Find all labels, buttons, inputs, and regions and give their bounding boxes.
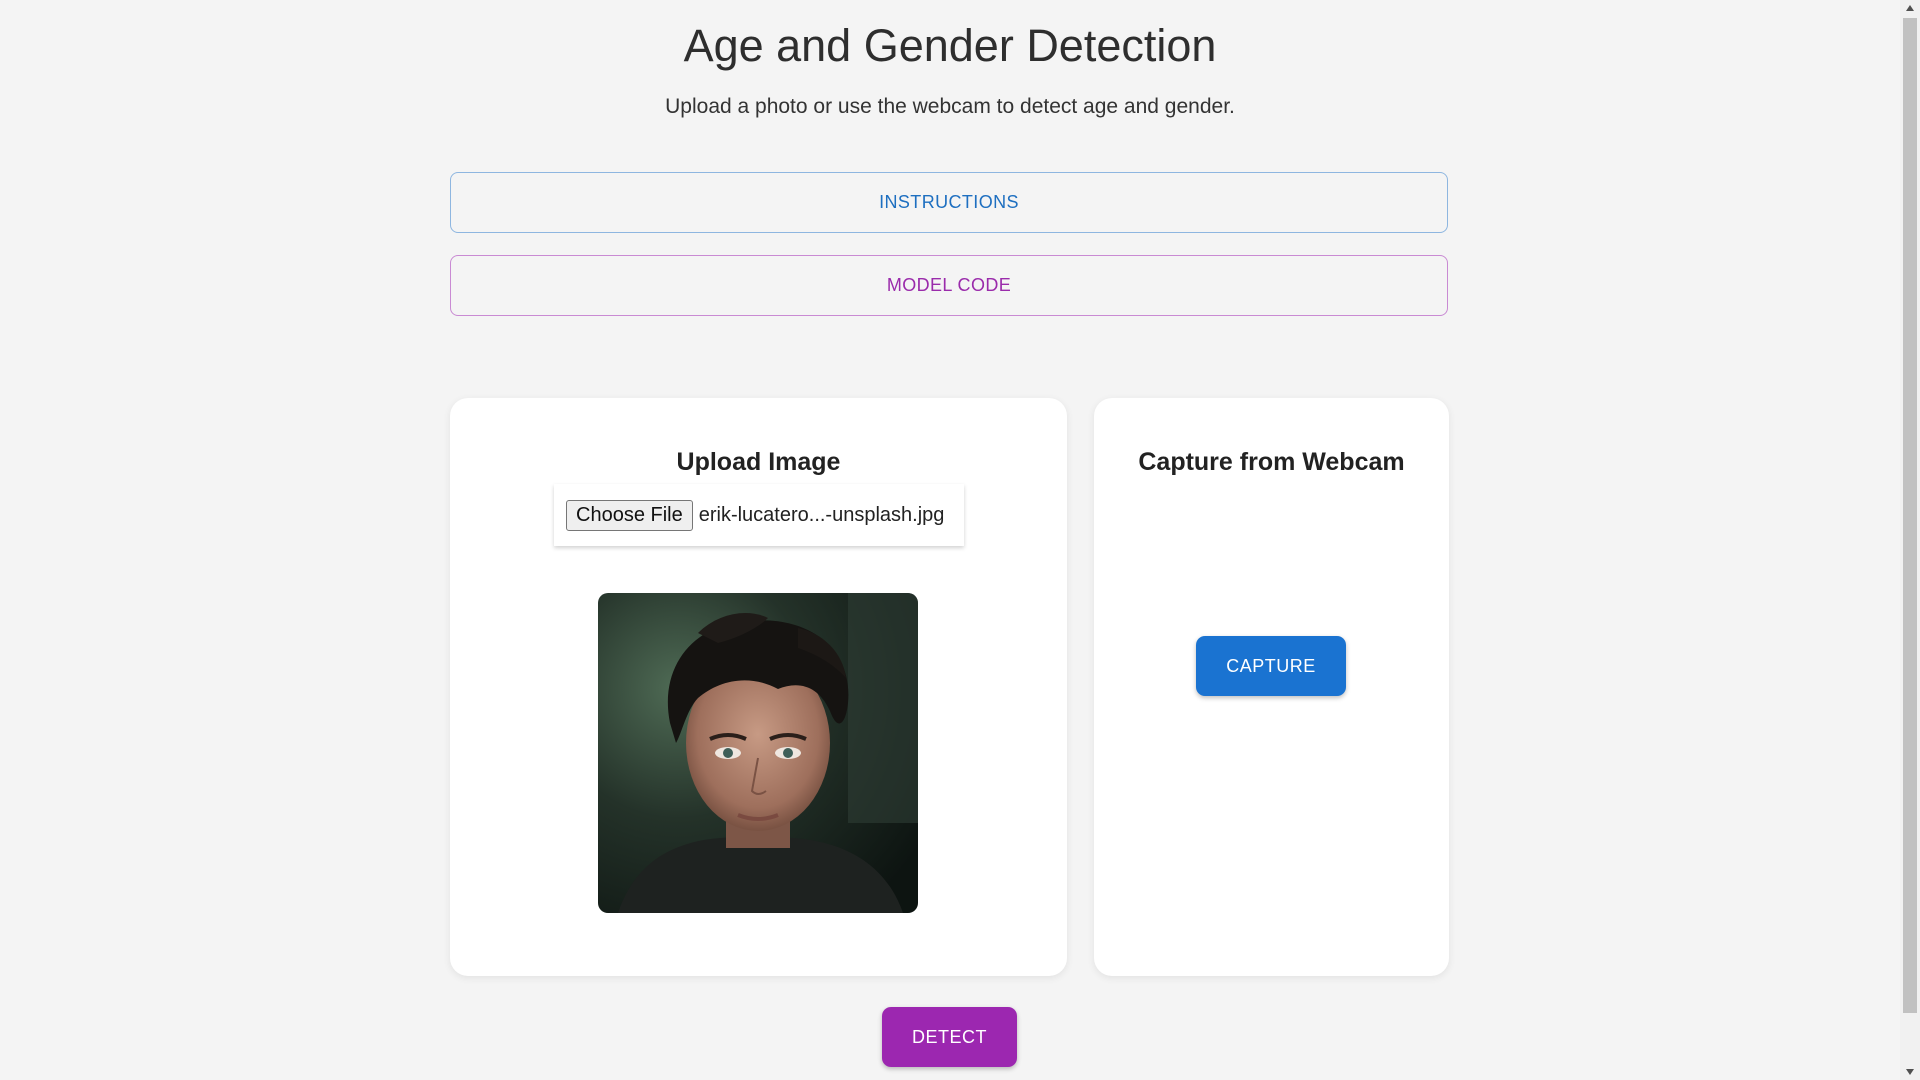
webcam-capture-title: Capture from Webcam xyxy=(1138,448,1405,476)
instructions-accordion[interactable]: INSTRUCTIONS xyxy=(450,172,1448,233)
upload-image-card: Upload Image Choose File erik-lucatero..… xyxy=(450,398,1067,976)
instructions-accordion-label: INSTRUCTIONS xyxy=(879,192,1019,212)
selected-file-name: erik-lucatero...-unsplash.jpg xyxy=(698,503,945,526)
file-input[interactable]: Choose File erik-lucatero...-unsplash.jp… xyxy=(554,484,964,546)
webcam-capture-card: Capture from Webcam CAPTURE xyxy=(1094,398,1449,976)
uploaded-image-preview xyxy=(598,593,918,913)
choose-file-button[interactable]: Choose File xyxy=(566,499,693,531)
model-code-accordion[interactable]: MODEL CODE xyxy=(450,255,1448,316)
capture-button[interactable]: CAPTURE xyxy=(1196,636,1346,696)
model-code-accordion-label: MODEL CODE xyxy=(886,275,1012,295)
page-subtitle: Upload a photo or use the webcam to dete… xyxy=(665,95,1235,118)
detect-button[interactable]: DETECT xyxy=(882,1007,1017,1067)
vertical-scrollbar[interactable] xyxy=(1900,0,1920,1080)
upload-image-title: Upload Image xyxy=(676,448,841,476)
triangle-up-icon[interactable] xyxy=(1900,0,1920,16)
page: Age and Gender Detection Upload a photo … xyxy=(0,0,1920,1080)
triangle-down-icon[interactable] xyxy=(1900,1064,1920,1080)
page-title: Age and Gender Detection xyxy=(683,20,1217,71)
scrollbar-thumb[interactable] xyxy=(1903,18,1917,1013)
